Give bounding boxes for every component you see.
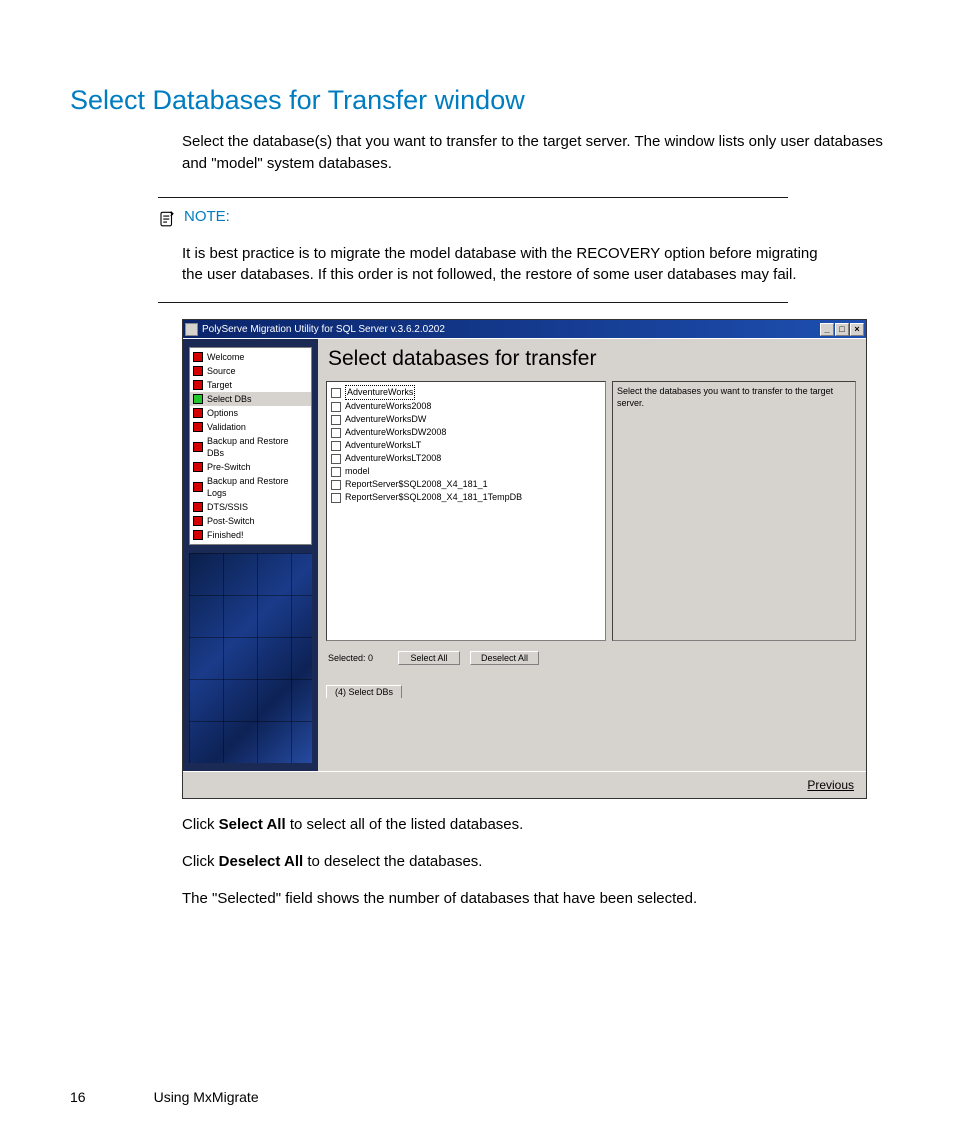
- step-status-icon: [193, 394, 203, 404]
- step-label: Backup and Restore DBs: [207, 435, 308, 459]
- wizard-step[interactable]: Target: [190, 378, 311, 392]
- database-name: model: [345, 465, 370, 478]
- panel-heading: Select databases for transfer: [328, 347, 856, 371]
- maximize-button[interactable]: □: [835, 323, 849, 336]
- note-label: NOTE:: [184, 208, 230, 225]
- step-label: Validation: [207, 421, 246, 433]
- page-number: 16: [70, 1089, 86, 1105]
- wizard-step[interactable]: Backup and Restore DBs: [190, 434, 311, 460]
- step-label: Post-Switch: [207, 515, 255, 527]
- step-label: Finished!: [207, 529, 244, 541]
- checkbox[interactable]: [331, 493, 341, 503]
- wizard-step[interactable]: Welcome: [190, 350, 311, 364]
- step-label: Target: [207, 379, 232, 391]
- checkbox[interactable]: [331, 454, 341, 464]
- checkbox[interactable]: [331, 441, 341, 451]
- note-icon: [158, 210, 176, 228]
- note-text: It is best practice is to migrate the mo…: [182, 243, 832, 287]
- step-status-icon: [193, 462, 203, 472]
- list-item[interactable]: model: [331, 465, 601, 478]
- app-icon: [185, 323, 198, 336]
- database-name: ReportServer$SQL2008_X4_181_1TempDB: [345, 491, 522, 504]
- window-title: PolyServe Migration Utility for SQL Serv…: [202, 324, 445, 335]
- database-name: AdventureWorks2008: [345, 400, 431, 413]
- divider: [158, 197, 788, 198]
- titlebar: PolyServe Migration Utility for SQL Serv…: [183, 320, 866, 338]
- instruction-selected-field: The "Selected" field shows the number of…: [182, 888, 884, 910]
- checkbox[interactable]: [331, 480, 341, 490]
- step-status-icon: [193, 366, 203, 376]
- step-label: Backup and Restore Logs: [207, 475, 308, 499]
- selected-count: Selected: 0: [328, 653, 388, 663]
- info-panel: Select the databases you want to transfe…: [612, 381, 856, 641]
- list-item[interactable]: AdventureWorksDW: [331, 413, 601, 426]
- step-status-icon: [193, 530, 203, 540]
- wizard-step[interactable]: DTS/SSIS: [190, 500, 311, 514]
- step-label: DTS/SSIS: [207, 501, 248, 513]
- step-status-icon: [193, 422, 203, 432]
- checkbox[interactable]: [331, 415, 341, 425]
- intro-text: Select the database(s) that you want to …: [182, 131, 884, 175]
- deselect-all-button[interactable]: Deselect All: [470, 651, 539, 665]
- wizard-step[interactable]: Finished!: [190, 528, 311, 542]
- database-name: AdventureWorksDW: [345, 413, 426, 426]
- app-window: PolyServe Migration Utility for SQL Serv…: [182, 319, 867, 799]
- instruction-deselect-all: Click Deselect All to deselect the datab…: [182, 851, 884, 873]
- step-label: Welcome: [207, 351, 244, 363]
- list-item[interactable]: AdventureWorksDW2008: [331, 426, 601, 439]
- step-label: Select DBs: [207, 393, 252, 405]
- wizard-step[interactable]: Source: [190, 364, 311, 378]
- step-label: Options: [207, 407, 238, 419]
- footer-chapter: Using MxMigrate: [154, 1089, 259, 1105]
- sidebar-background: [189, 553, 312, 763]
- divider: [158, 302, 788, 303]
- database-name: AdventureWorksDW2008: [345, 426, 446, 439]
- wizard-step[interactable]: Select DBs: [190, 392, 311, 406]
- minimize-button[interactable]: _: [820, 323, 834, 336]
- step-status-icon: [193, 352, 203, 362]
- step-status-icon: [193, 380, 203, 390]
- list-item[interactable]: AdventureWorks2008: [331, 400, 601, 413]
- list-item[interactable]: AdventureWorksLT2008: [331, 452, 601, 465]
- step-label: Source: [207, 365, 236, 377]
- step-status-icon: [193, 442, 203, 452]
- close-button[interactable]: ×: [850, 323, 864, 336]
- step-label: Pre-Switch: [207, 461, 251, 473]
- database-name: AdventureWorksLT: [345, 439, 421, 452]
- list-item[interactable]: AdventureWorks: [331, 385, 601, 400]
- list-item[interactable]: ReportServer$SQL2008_X4_181_1TempDB: [331, 491, 601, 504]
- list-item[interactable]: AdventureWorksLT: [331, 439, 601, 452]
- checkbox[interactable]: [331, 467, 341, 477]
- main-panel: Select databases for transfer AdventureW…: [318, 339, 866, 771]
- wizard-sidebar: Welcome Source Target Select DBs Options Vali…: [183, 339, 318, 771]
- previous-link[interactable]: Previous: [807, 778, 854, 792]
- database-list[interactable]: AdventureWorksAdventureWorks2008Adventur…: [326, 381, 606, 641]
- database-name: ReportServer$SQL2008_X4_181_1: [345, 478, 488, 491]
- select-all-button[interactable]: Select All: [398, 651, 460, 665]
- step-status-icon: [193, 408, 203, 418]
- step-status-icon: [193, 502, 203, 512]
- wizard-step[interactable]: Validation: [190, 420, 311, 434]
- checkbox[interactable]: [331, 428, 341, 438]
- database-name: AdventureWorks: [345, 385, 415, 400]
- step-tab[interactable]: (4) Select DBs: [326, 685, 402, 698]
- wizard-step[interactable]: Backup and Restore Logs: [190, 474, 311, 500]
- checkbox[interactable]: [331, 402, 341, 412]
- wizard-step[interactable]: Pre-Switch: [190, 460, 311, 474]
- step-status-icon: [193, 516, 203, 526]
- section-heading: Select Databases for Transfer window: [70, 85, 884, 116]
- instruction-select-all: Click Select All to select all of the li…: [182, 814, 884, 836]
- wizard-step[interactable]: Post-Switch: [190, 514, 311, 528]
- checkbox[interactable]: [331, 388, 341, 398]
- step-status-icon: [193, 482, 203, 492]
- database-name: AdventureWorksLT2008: [345, 452, 441, 465]
- bottom-bar: Previous: [183, 771, 866, 798]
- wizard-step[interactable]: Options: [190, 406, 311, 420]
- list-item[interactable]: ReportServer$SQL2008_X4_181_1: [331, 478, 601, 491]
